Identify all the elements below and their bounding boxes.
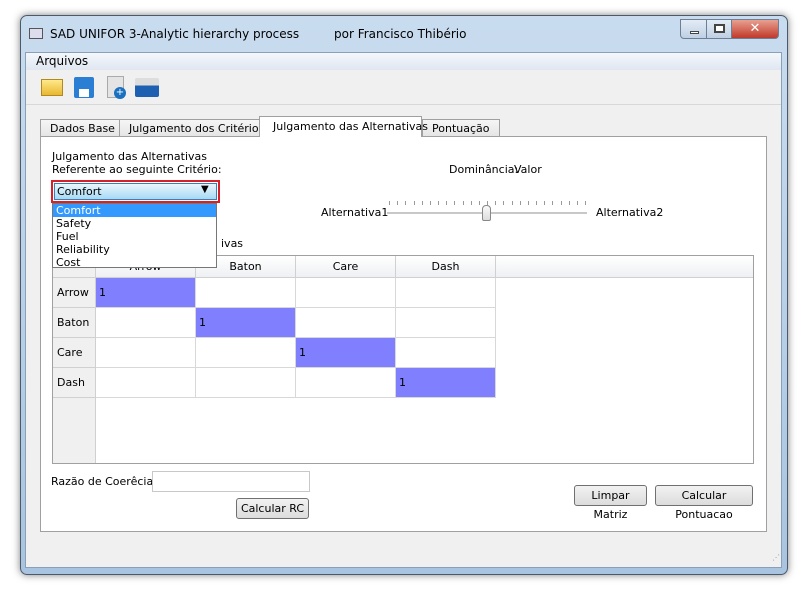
matrix-cell[interactable] — [396, 278, 496, 308]
calcular-pontuacao-button[interactable]: Calcular Pontuacao — [655, 485, 753, 521]
rc-input[interactable] — [152, 471, 310, 492]
slider-left-label: Alternativa1 — [321, 206, 389, 219]
matrix-cell[interactable]: 1 — [196, 308, 296, 338]
menu-bar: Arquivos — [26, 53, 781, 70]
rc-label: Razão de Coerêcia: — [51, 475, 157, 488]
matrix-cell[interactable] — [196, 338, 296, 368]
matrix-cell[interactable]: 1 — [96, 278, 196, 308]
slider-tick — [413, 201, 415, 205]
criterion-combobox[interactable]: Comfort ▼ — [51, 180, 220, 203]
matrix-cell[interactable] — [96, 338, 196, 368]
menu-arquivos[interactable]: Arquivos — [36, 54, 88, 68]
save-icon[interactable] — [74, 77, 94, 98]
slider-tick — [454, 201, 456, 205]
slider-tick — [527, 201, 529, 205]
slider-tick — [552, 201, 554, 205]
chevron-down-icon[interactable]: ▼ — [201, 184, 209, 195]
row-header[interactable]: Arrow — [53, 278, 96, 308]
tab-julgamento-criterios[interactable]: Julgamento dos Critérios — [119, 119, 275, 137]
column-header-dash[interactable]: Dash — [396, 256, 496, 278]
window-title: SAD UNIFOR 3-Analytic hierarchy process — [50, 27, 300, 41]
slider-tick — [503, 201, 505, 205]
matrix-cell[interactable] — [296, 368, 396, 398]
column-header-care[interactable]: Care — [296, 256, 396, 278]
option-cost[interactable]: Cost — [53, 256, 216, 269]
print-icon[interactable] — [135, 78, 159, 97]
tab-dados-base[interactable]: Dados Base — [40, 119, 125, 137]
slider-tick — [536, 201, 537, 205]
calcular-rc-button[interactable]: Calcular RC — [236, 498, 309, 519]
heading-julgamento: Julgamento das Alternativas — [52, 150, 207, 163]
row-header[interactable]: Dash — [53, 368, 96, 398]
dominance-label: Dominância: — [449, 163, 519, 176]
heading-criterio: Referente ao seguinte Critério: — [52, 163, 222, 176]
resize-grip-icon[interactable]: ⋰ — [772, 553, 780, 562]
slider-tick — [470, 201, 472, 205]
matrix-cell[interactable] — [296, 278, 396, 308]
slider-tick — [429, 201, 431, 205]
criterion-dropdown: Comfort Safety Fuel Reliability Cost — [52, 203, 217, 269]
matrix-cell[interactable] — [396, 308, 496, 338]
criterion-selected: Comfort — [54, 183, 217, 200]
matrix-cell[interactable] — [196, 368, 296, 398]
matrix-cell[interactable]: 1 — [296, 338, 396, 368]
minimize-button[interactable] — [680, 19, 707, 39]
maximize-button[interactable] — [706, 19, 732, 39]
matrix-cell[interactable] — [296, 308, 396, 338]
new-document-icon[interactable]: + — [107, 76, 126, 99]
slider-tick — [421, 201, 423, 205]
judgment-matrix: Arrow Baton Care Dash Arrow1Baton1Care1D… — [52, 255, 754, 464]
matrix-cell[interactable] — [196, 278, 296, 308]
window-author: por Francisco Thibério — [334, 27, 467, 41]
matrix-cell[interactable] — [96, 368, 196, 398]
slider-tick — [585, 201, 586, 205]
matrix-label: ivas — [221, 237, 244, 250]
slider-thumb[interactable] — [482, 205, 491, 221]
dominance-value: Valor — [514, 163, 542, 176]
slider-tick — [560, 201, 562, 205]
row-header[interactable]: Baton — [53, 308, 96, 338]
slider-tick — [511, 201, 513, 205]
option-fuel[interactable]: Fuel — [53, 230, 216, 243]
slider-tick — [495, 201, 497, 205]
slider-tick — [544, 201, 546, 205]
slider-tick — [462, 201, 464, 205]
limpar-matriz-button[interactable]: Limpar Matriz — [574, 485, 647, 521]
app-icon — [29, 28, 43, 39]
option-safety[interactable]: Safety — [53, 217, 216, 230]
slider-tick — [438, 201, 439, 205]
slider-tick — [397, 201, 399, 205]
slider-right-label: Alternativa2 — [596, 206, 664, 219]
option-comfort[interactable]: Comfort — [53, 204, 216, 217]
slider-tick — [446, 201, 448, 205]
open-folder-icon[interactable] — [41, 79, 63, 96]
row-header[interactable]: Care — [53, 338, 96, 368]
slider-tick — [576, 201, 578, 205]
tab-julgamento-alternativas[interactable]: Julgamento das Alternativas — [259, 116, 428, 137]
slider-tick — [568, 201, 570, 205]
slider-tick — [405, 201, 407, 205]
slider-tick — [478, 201, 480, 205]
matrix-cell[interactable] — [96, 308, 196, 338]
toolbar: + — [26, 71, 781, 105]
close-button[interactable]: ✕ — [731, 19, 779, 39]
slider-tick — [389, 201, 390, 205]
matrix-cell[interactable]: 1 — [396, 368, 496, 398]
tab-pontuacao[interactable]: Pontuação — [422, 119, 500, 137]
option-reliability[interactable]: Reliability — [53, 243, 216, 256]
slider-tick — [519, 201, 521, 205]
matrix-cell[interactable] — [396, 338, 496, 368]
